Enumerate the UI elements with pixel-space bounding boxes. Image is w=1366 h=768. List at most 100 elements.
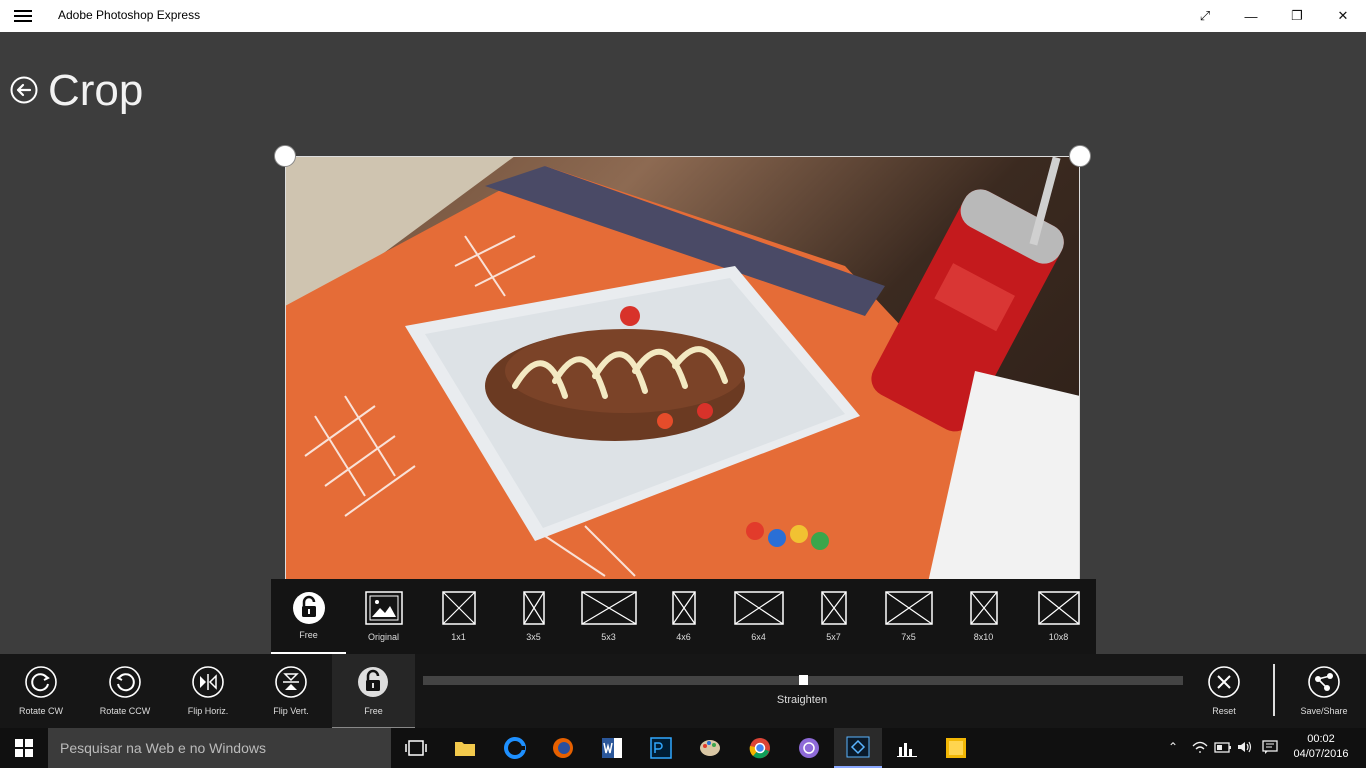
- app-spiral-button[interactable]: [785, 728, 833, 768]
- aspect-label: 3x5: [526, 632, 541, 642]
- spiral-app-icon: [799, 738, 819, 758]
- aspect-5x7[interactable]: 5x7: [796, 579, 871, 654]
- rotate-ccw-icon: [109, 666, 141, 698]
- aspect-1x1[interactable]: 1x1: [421, 579, 496, 654]
- paint-button[interactable]: [686, 728, 734, 768]
- flip-horizontal-button[interactable]: Flip Horiz.: [168, 654, 248, 728]
- windows-logo-icon: [15, 739, 33, 757]
- ratio-1x1-icon: [441, 591, 476, 625]
- palette-icon: [700, 740, 720, 756]
- ratio-8x10-icon: [969, 591, 998, 625]
- photoshop-button[interactable]: [637, 728, 685, 768]
- aspect-label: Free: [299, 630, 318, 640]
- word-icon: [602, 738, 622, 758]
- page-title: Crop: [48, 66, 144, 115]
- tray-chevron-icon[interactable]: ⌃: [1168, 740, 1178, 754]
- close-button[interactable]: ✕: [1320, 0, 1366, 32]
- hamburger-menu-icon[interactable]: [10, 8, 36, 24]
- straighten-slider-thumb[interactable]: [799, 675, 808, 685]
- rotate-cw-button[interactable]: Rotate CW: [1, 654, 81, 728]
- file-explorer-button[interactable]: [441, 728, 489, 768]
- folder-icon: [455, 742, 475, 756]
- straighten-label: Straighten: [776, 694, 828, 706]
- edge-browser-icon: [504, 737, 526, 759]
- ratio-6x4-icon: [733, 591, 784, 625]
- volume-icon[interactable]: [1237, 740, 1253, 754]
- rotate-cw-label: Rotate CW: [18, 706, 63, 716]
- ratio-4x6-icon: [671, 591, 696, 625]
- windows-taskbar: Pesquisar na Web e no Windows ⌃ 00:02 04…: [0, 728, 1366, 768]
- aspect-ratio-bar: Free Original 1x1 3x5 5x3 4x6 6x4 5x7 7x…: [271, 579, 1096, 654]
- crop-handle-top-right[interactable]: [1069, 145, 1091, 167]
- flip-vertical-icon: [275, 666, 307, 698]
- reset-x-icon: [1208, 666, 1240, 698]
- bar-chart-icon: [897, 743, 917, 757]
- crop-handle-top-left[interactable]: [274, 145, 296, 167]
- minimize-button[interactable]: —: [1228, 0, 1274, 32]
- ratio-7x5-icon: [884, 591, 933, 625]
- edge-button[interactable]: [491, 728, 539, 768]
- aspect-5x3[interactable]: 5x3: [571, 579, 646, 654]
- lock-open-icon: [358, 667, 388, 697]
- rotate-cw-icon: [25, 666, 57, 698]
- taskbar-search-box[interactable]: Pesquisar na Web e no Windows: [48, 728, 391, 768]
- firefox-icon: [553, 738, 573, 758]
- aspect-4x6[interactable]: 4x6: [646, 579, 721, 654]
- photoshop-express-button[interactable]: [834, 728, 882, 768]
- chart-app-button[interactable]: [883, 728, 931, 768]
- flip-vertical-label: Flip Vert.: [273, 706, 309, 716]
- aspect-original[interactable]: Original: [346, 579, 421, 654]
- ratio-5x7-icon: [820, 591, 847, 625]
- toolbar-divider: [1273, 664, 1275, 716]
- rotate-ccw-label: Rotate CCW: [99, 706, 151, 716]
- sticky-notes-button[interactable]: [932, 728, 980, 768]
- rotate-ccw-button[interactable]: Rotate CCW: [85, 654, 165, 728]
- aspect-6x4[interactable]: 6x4: [721, 579, 796, 654]
- word-button[interactable]: [588, 728, 636, 768]
- ratio-3x5-icon: [522, 591, 545, 625]
- save-share-button[interactable]: Save/Share: [1284, 654, 1364, 728]
- aspect-label: 4x6: [676, 632, 691, 642]
- aspect-3x5[interactable]: 3x5: [496, 579, 571, 654]
- sticky-note-icon: [946, 738, 966, 758]
- aspect-label: 8x10: [973, 632, 994, 642]
- clock-time: 00:02: [1307, 733, 1335, 745]
- firefox-button[interactable]: [539, 728, 587, 768]
- task-view-button[interactable]: [392, 728, 440, 768]
- aspect-label: 5x3: [601, 632, 616, 642]
- ratio-5x3-icon: [580, 591, 637, 625]
- aspect-label: Original: [367, 632, 399, 642]
- aspect-label: 7x5: [901, 632, 916, 642]
- app-title: Adobe Photoshop Express: [58, 8, 201, 22]
- aspect-free[interactable]: Free: [271, 579, 346, 654]
- aspect-8x10[interactable]: 8x10: [946, 579, 1021, 654]
- restore-button[interactable]: ❐: [1274, 0, 1320, 32]
- aspect-label: 5x7: [826, 632, 841, 642]
- crop-frame[interactable]: [285, 156, 1080, 596]
- battery-icon[interactable]: [1214, 740, 1232, 754]
- fullscreen-button[interactable]: ⤢: [1182, 0, 1228, 32]
- taskbar-clock[interactable]: 00:02 04/07/2016: [1286, 732, 1356, 762]
- share-icon: [1308, 666, 1340, 698]
- chrome-button[interactable]: [736, 728, 784, 768]
- wifi-icon[interactable]: [1192, 740, 1208, 754]
- action-center-icon[interactable]: [1262, 740, 1278, 754]
- save-share-label: Save/Share: [1300, 706, 1348, 716]
- back-arrow-icon[interactable]: [10, 76, 38, 104]
- photoshop-express-icon: [846, 736, 870, 758]
- photoshop-icon: [650, 737, 672, 759]
- aspect-10x8[interactable]: 10x8: [1021, 579, 1096, 654]
- flip-vertical-button[interactable]: Flip Vert.: [251, 654, 331, 728]
- start-button[interactable]: [0, 728, 48, 768]
- clock-date: 04/07/2016: [1293, 748, 1349, 760]
- flip-horizontal-label: Flip Horiz.: [187, 706, 229, 716]
- title-bar: Adobe Photoshop Express ⤢ — ❐ ✕: [0, 0, 1366, 32]
- aspect-7x5[interactable]: 7x5: [871, 579, 946, 654]
- search-placeholder: Pesquisar na Web e no Windows: [60, 740, 266, 756]
- aspect-label: 10x8: [1048, 632, 1069, 642]
- reset-button[interactable]: Reset: [1184, 654, 1264, 728]
- chrome-icon: [749, 738, 770, 759]
- flip-horizontal-icon: [192, 666, 224, 698]
- aspect-label: 6x4: [751, 632, 766, 642]
- free-crop-button[interactable]: Free: [332, 654, 415, 728]
